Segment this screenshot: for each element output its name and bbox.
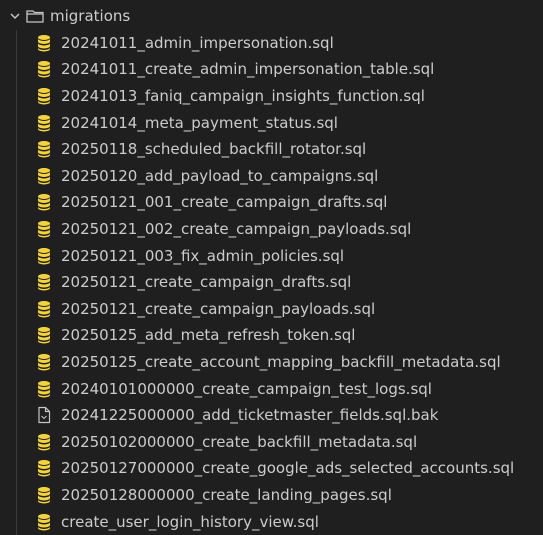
file-name: 20250121_create_campaign_drafts.sql	[61, 273, 352, 292]
file-name: 20250120_add_payload_to_campaigns.sql	[61, 166, 379, 185]
file-name: 20241011_admin_impersonation.sql	[61, 33, 334, 52]
database-icon	[38, 327, 50, 344]
file-row[interactable]: 20241011_create_admin_impersonation_tabl…	[0, 56, 543, 83]
file-name: 20250121_003_fix_admin_policies.sql	[61, 246, 345, 265]
chevron-down-icon[interactable]	[8, 9, 22, 23]
database-icon	[38, 221, 50, 238]
file-name: 20250121_002_create_campaign_payloads.sq…	[61, 220, 412, 239]
file-name: create_user_login_history_view.sql	[61, 512, 319, 531]
file-row[interactable]: create_user_login_history_view.sql	[0, 508, 543, 535]
file-row[interactable]: 20241225000000_add_ticketmaster_fields.s…	[0, 402, 543, 429]
file-row[interactable]: 20250128000000_create_landing_pages.sql	[0, 482, 543, 509]
database-icon	[38, 380, 50, 398]
file-row[interactable]: 20240101000000_create_campaign_test_logs…	[0, 375, 543, 402]
file-name: 20240101000000_create_campaign_test_logs…	[61, 379, 432, 398]
folder-icon	[26, 10, 44, 23]
file-name: 20250121_001_create_campaign_drafts.sql	[61, 193, 388, 212]
database-icon	[38, 167, 50, 185]
database-icon	[38, 513, 50, 531]
file-row[interactable]: 20250102000000_create_backfill_metadata.…	[0, 429, 543, 456]
file-icon	[38, 407, 51, 424]
database-icon	[38, 433, 50, 451]
file-row[interactable]: 20250121_create_campaign_payloads.sql	[0, 296, 543, 323]
file-name: 20250125_create_account_mapping_backfill…	[61, 353, 501, 372]
file-name: 20250125_add_meta_refresh_token.sql	[61, 326, 356, 345]
database-icon	[38, 88, 50, 105]
file-row[interactable]: 20250121_003_fix_admin_policies.sql	[0, 242, 543, 269]
file-name: 20250121_create_campaign_payloads.sql	[61, 299, 376, 318]
folder-row-migrations[interactable]: migrations	[0, 3, 543, 30]
database-icon	[38, 114, 50, 132]
file-row[interactable]: 20241014_meta_payment_status.sql	[0, 109, 543, 136]
file-name: 20241014_meta_payment_status.sql	[61, 113, 338, 132]
file-row[interactable]: 20250121_create_campaign_drafts.sql	[0, 269, 543, 296]
database-icon	[38, 61, 50, 78]
file-explorer-tree: migrations 20241011_admin_impersonation.…	[0, 0, 543, 535]
file-name: 20241013_faniq_campaign_insights_functio…	[61, 87, 425, 106]
file-row[interactable]: 20250121_002_create_campaign_payloads.sq…	[0, 216, 543, 243]
folder-name: migrations	[50, 7, 131, 26]
database-icon	[38, 300, 50, 318]
file-row[interactable]: 20250118_scheduled_backfill_rotator.sql	[0, 136, 543, 163]
database-icon	[38, 247, 50, 265]
file-row[interactable]: 20241013_faniq_campaign_insights_functio…	[0, 83, 543, 110]
database-icon	[38, 487, 50, 504]
file-name: 20250127000000_create_google_ads_selecte…	[61, 459, 515, 478]
file-name: 20241011_create_admin_impersonation_tabl…	[61, 60, 435, 79]
file-name: 20250102000000_create_backfill_metadata.…	[61, 432, 418, 451]
database-icon	[38, 354, 50, 371]
file-row[interactable]: 20250120_add_payload_to_campaigns.sql	[0, 163, 543, 190]
file-name: 20250118_scheduled_backfill_rotator.sql	[61, 140, 367, 159]
file-row[interactable]: 20241011_admin_impersonation.sql	[0, 30, 543, 57]
file-row[interactable]: 20250121_001_create_campaign_drafts.sql	[0, 189, 543, 216]
file-row[interactable]: 20250125_add_meta_refresh_token.sql	[0, 322, 543, 349]
database-icon	[38, 274, 50, 291]
database-icon	[38, 141, 50, 158]
file-name: 20241225000000_add_ticketmaster_fields.s…	[61, 406, 439, 425]
file-row[interactable]: 20250125_create_account_mapping_backfill…	[0, 349, 543, 376]
database-icon	[38, 194, 50, 211]
database-icon	[38, 460, 50, 477]
database-icon	[38, 34, 50, 52]
file-row[interactable]: 20250127000000_create_google_ads_selecte…	[0, 455, 543, 482]
file-name: 20250128000000_create_landing_pages.sql	[61, 486, 392, 505]
